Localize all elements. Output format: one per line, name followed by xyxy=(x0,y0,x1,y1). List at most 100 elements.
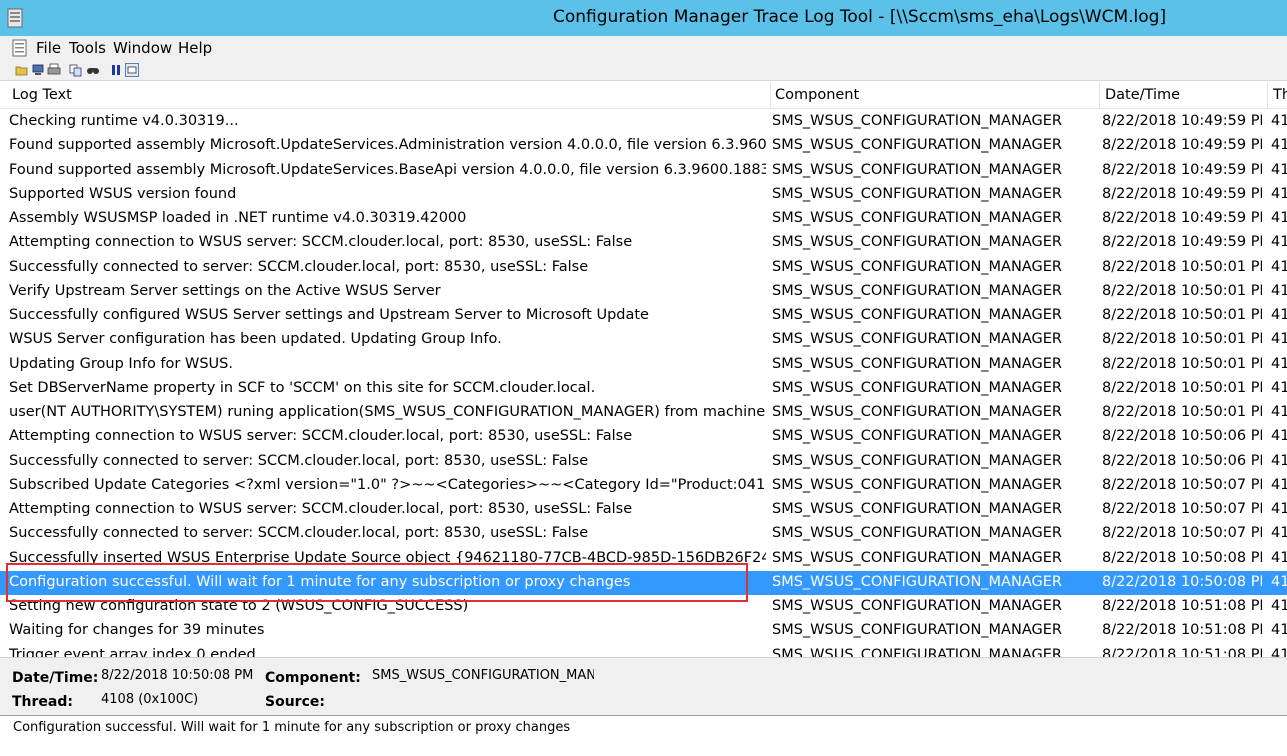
table-row[interactable]: Attempting connection to WSUS server: SC… xyxy=(0,425,1287,449)
component-cell: SMS_WSUS_CONFIGURATION_MANAGER xyxy=(772,331,1062,348)
table-row[interactable]: Attempting connection to WSUS server: SC… xyxy=(0,231,1287,255)
log-text-cell: Verify Upstream Server settings on the A… xyxy=(9,282,441,299)
table-row[interactable]: Successfully inserted WSUS Enterprise Up… xyxy=(0,547,1287,571)
component-cell: SMS_WSUS_CONFIGURATION_MANAGER xyxy=(772,452,1062,469)
table-row[interactable]: Supported WSUS version found SMS_WSUS_CON… xyxy=(0,183,1287,207)
table-row[interactable]: Found supported assembly Microsoft.Updat… xyxy=(0,159,1287,183)
table-row[interactable]: Set DBServerName property in SCF to 'SCC… xyxy=(0,377,1287,401)
column-divider[interactable] xyxy=(1267,83,1268,109)
component-cell: SMS_WSUS_CONFIGURATION_MANAGER xyxy=(772,549,1062,566)
component-cell: SMS_WSUS_CONFIGURATION_MANAGER xyxy=(772,210,1062,226)
column-header-log-text[interactable]: Log Text xyxy=(12,87,72,103)
table-row[interactable]: Trigger event array index 0 ended SMS_WSU… xyxy=(0,644,1287,658)
datetime-cell: 8/22/2018 10:49:59 PM xyxy=(1102,234,1262,251)
thread-cell: 41 xyxy=(1271,113,1287,129)
print-icon[interactable] xyxy=(47,63,61,77)
thread-cell: 41 xyxy=(1271,282,1287,299)
datetime-cell: 8/22/2018 10:51:08 PM xyxy=(1102,646,1262,658)
datetime-cell: 8/22/2018 10:50:01 PM xyxy=(1102,307,1262,323)
table-row[interactable]: Subscribed Update Categories <?xml versi… xyxy=(0,474,1287,498)
column-divider[interactable] xyxy=(1099,83,1100,109)
table-row[interactable]: Successfully connected to server: SCCM.c… xyxy=(0,522,1287,546)
component-cell: SMS_WSUS_CONFIGURATION_MANAGER xyxy=(772,234,1062,251)
log-text-cell: Supported WSUS version found xyxy=(9,185,237,202)
menu-help[interactable]: Help xyxy=(178,39,212,57)
table-row[interactable]: Assembly WSUSMSP loaded in .NET runtime … xyxy=(0,207,1287,231)
pause-icon[interactable] xyxy=(109,63,123,77)
log-text-cell: Successfully connected to server: SCCM.c… xyxy=(9,525,589,542)
thread-cell: 41 xyxy=(1271,234,1287,251)
component-cell: SMS_WSUS_CONFIGURATION_MANAGER xyxy=(772,282,1062,299)
datetime-cell: 8/22/2018 10:50:08 PM xyxy=(1102,573,1262,590)
title-bar[interactable]: Configuration Manager Trace Log Tool - [… xyxy=(0,0,1287,36)
component-cell: SMS_WSUS_CONFIGURATION_MANAGER xyxy=(772,379,1062,396)
window-title: Configuration Manager Trace Log Tool - [… xyxy=(553,7,1167,27)
column-divider[interactable] xyxy=(770,83,771,109)
table-row[interactable]: Updating Group Info for WSUS. SMS_WSUS_CO… xyxy=(0,353,1287,377)
log-text-cell: Found supported assembly Microsoft.Updat… xyxy=(9,137,766,154)
thread-cell: 41 xyxy=(1271,646,1287,658)
datetime-cell: 8/22/2018 10:50:07 PM xyxy=(1102,525,1262,542)
log-text-cell: Updating Group Info for WSUS. xyxy=(9,355,233,372)
table-row[interactable]: Attempting connection to WSUS server: SC… xyxy=(0,498,1287,522)
menu-bar: File Tools Window Help xyxy=(0,36,1287,60)
datetime-cell: 8/22/2018 10:50:06 PM xyxy=(1102,428,1262,445)
log-text-cell: Attempting connection to WSUS server: SC… xyxy=(9,428,633,445)
thread-cell: 41 xyxy=(1271,573,1287,590)
log-message-text: Configuration successful. Will wait for … xyxy=(13,720,571,735)
component-cell: SMS_WSUS_CONFIGURATION_MANAGER xyxy=(772,428,1062,445)
component-cell: SMS_WSUS_CONFIGURATION_MANAGER xyxy=(772,646,1062,658)
thread-cell: 41 xyxy=(1271,331,1287,348)
table-row[interactable]: Setting new configuration state to 2 (WS… xyxy=(0,595,1287,619)
log-text-cell: Successfully connected to server: SCCM.c… xyxy=(9,452,589,469)
log-text-cell: Configuration successful. Will wait for … xyxy=(9,573,631,590)
table-row[interactable]: Successfully connected to server: SCCM.c… xyxy=(0,450,1287,474)
datetime-cell: 8/22/2018 10:50:07 PM xyxy=(1102,476,1262,493)
log-text-cell: Setting new configuration state to 2 (WS… xyxy=(9,598,469,614)
datetime-cell: 8/22/2018 10:50:01 PM xyxy=(1102,258,1262,275)
datetime-cell: 8/22/2018 10:50:07 PM xyxy=(1102,501,1262,517)
table-row[interactable]: Waiting for changes for 39 minutes SMS_WS… xyxy=(0,619,1287,643)
thread-cell: 41 xyxy=(1271,185,1287,202)
log-text-cell: WSUS Server configuration has been updat… xyxy=(9,331,502,348)
table-row-selected[interactable]: Configuration successful. Will wait for … xyxy=(0,570,1287,595)
thread-cell: 41 xyxy=(1271,355,1287,372)
datetime-value: 8/22/2018 10:50:08 PM xyxy=(101,668,254,683)
component-cell: SMS_WSUS_CONFIGURATION_MANAGER xyxy=(772,598,1062,614)
log-list[interactable]: Checking runtime v4.0.30319... SMS_WSUS_C… xyxy=(0,110,1287,657)
table-row[interactable]: Verify Upstream Server settings on the A… xyxy=(0,280,1287,304)
highlight-icon[interactable] xyxy=(125,63,139,77)
log-text-cell: Checking runtime v4.0.30319... xyxy=(9,113,239,129)
log-text-cell: Successfully inserted WSUS Enterprise Up… xyxy=(9,549,766,566)
log-text-cell: Attempting connection to WSUS server: SC… xyxy=(9,234,633,251)
open-remote-icon[interactable] xyxy=(31,63,45,77)
component-label: Component: xyxy=(265,670,361,686)
log-message-pane[interactable]: Configuration successful. Will wait for … xyxy=(0,715,1287,756)
component-cell: SMS_WSUS_CONFIGURATION_MANAGER xyxy=(772,622,1062,639)
log-text-cell: Set DBServerName property in SCF to 'SCC… xyxy=(9,379,596,396)
table-row[interactable]: user(NT AUTHORITY\SYSTEM) runing applica… xyxy=(0,401,1287,425)
column-header-component[interactable]: Component xyxy=(775,87,859,103)
log-text-cell: Found supported assembly Microsoft.Updat… xyxy=(9,161,766,178)
copy-icon[interactable] xyxy=(69,63,83,77)
datetime-cell: 8/22/2018 10:49:59 PM xyxy=(1102,113,1262,129)
find-icon[interactable] xyxy=(86,63,100,77)
log-text-cell: Subscribed Update Categories <?xml versi… xyxy=(9,476,766,493)
table-row[interactable]: Found supported assembly Microsoft.Updat… xyxy=(0,134,1287,158)
column-header-thread[interactable]: Th xyxy=(1273,87,1287,103)
thread-label: Thread: xyxy=(12,694,73,710)
menu-file[interactable]: File xyxy=(36,39,61,57)
table-row[interactable]: Checking runtime v4.0.30319... SMS_WSUS_C… xyxy=(0,110,1287,134)
table-row[interactable]: Successfully connected to server: SCCM.c… xyxy=(0,256,1287,280)
table-row[interactable]: Successfully configured WSUS Server sett… xyxy=(0,304,1287,328)
menu-tools[interactable]: Tools xyxy=(69,39,106,57)
column-header-datetime[interactable]: Date/Time xyxy=(1105,87,1180,103)
table-row[interactable]: WSUS Server configuration has been updat… xyxy=(0,328,1287,352)
component-cell: SMS_WSUS_CONFIGURATION_MANAGER xyxy=(772,161,1062,178)
thread-cell: 41 xyxy=(1271,598,1287,614)
menu-window[interactable]: Window xyxy=(113,39,172,57)
app-menu-icon[interactable] xyxy=(11,39,31,57)
log-text-cell: Assembly WSUSMSP loaded in .NET runtime … xyxy=(9,210,467,226)
open-icon[interactable] xyxy=(15,63,29,77)
component-cell: SMS_WSUS_CONFIGURATION_MANAGER xyxy=(772,355,1062,372)
